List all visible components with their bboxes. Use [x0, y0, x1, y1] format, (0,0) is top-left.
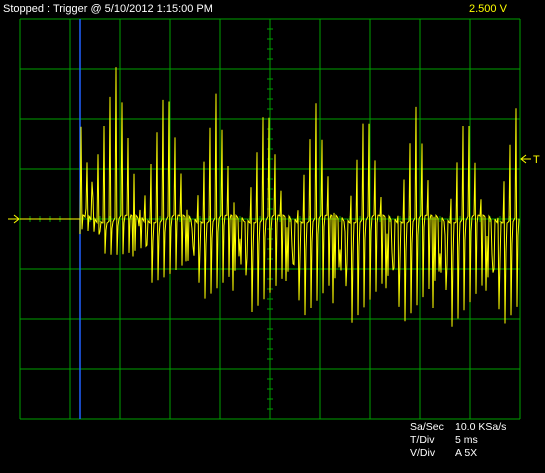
status-bar: Stopped : Trigger @ 5/10/2012 1:15:00 PM…: [0, 0, 545, 20]
sample-rate-row: Sa/Sec 10.0 KSa/s: [410, 421, 506, 434]
volt-div-value: A 5X: [455, 447, 478, 459]
time-div-value: 5 ms: [455, 434, 478, 446]
time-div-row: T/Div 5 ms: [410, 434, 506, 447]
trigger-level-label: T: [533, 154, 540, 166]
volt-div-label: V/Div: [410, 447, 436, 459]
sample-rate-value: 10.0 KSa/s: [455, 421, 507, 433]
oscilloscope-display: T: [8, 18, 540, 420]
time-div-label: T/Div: [410, 434, 435, 446]
vertical-scale-readout[interactable]: 2.500 V: [469, 2, 507, 16]
volt-div-row: V/Div A 5X: [410, 447, 506, 460]
acquisition-status: Stopped : Trigger @ 5/10/2012 1:15:00 PM: [3, 3, 213, 15]
ground-reference-marker[interactable]: [8, 214, 20, 224]
sample-rate-label: Sa/Sec: [410, 421, 444, 433]
acquisition-settings: Sa/Sec 10.0 KSa/s T/Div 5 ms V/Div A 5X: [410, 421, 506, 460]
trigger-level-marker[interactable]: T: [520, 154, 540, 166]
